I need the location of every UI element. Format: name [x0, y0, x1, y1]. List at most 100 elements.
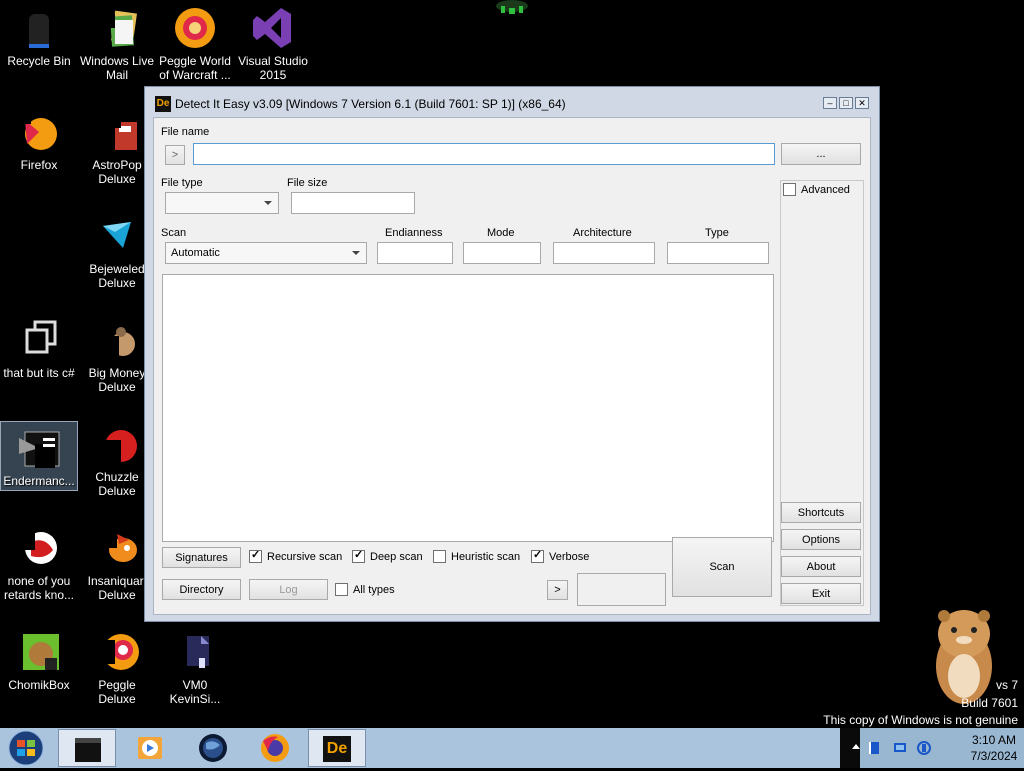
browse-button[interactable]: ...	[781, 143, 861, 165]
die-app-icon: De	[155, 96, 171, 112]
close-icon[interactable]: ✕	[855, 97, 869, 109]
minimize-icon[interactable]: ‒	[823, 97, 837, 109]
log-button[interactable]: Log	[249, 579, 328, 600]
watermark-not-genuine: This copy of Windows is not genuine	[823, 713, 1018, 727]
mail-icon	[95, 6, 139, 50]
flag-icon[interactable]	[866, 740, 882, 756]
scan-mode-dropdown[interactable]: Automatic	[165, 242, 367, 264]
recycle-bin-icon	[17, 6, 61, 50]
network-icon[interactable]	[892, 740, 908, 756]
black-box-icon	[75, 738, 101, 762]
volume-icon[interactable]	[916, 740, 932, 756]
endianness-label: Endianness	[385, 227, 443, 239]
deep-scan-label: Deep scan	[370, 550, 423, 563]
advanced-label: Advanced	[801, 183, 850, 196]
scan-label: Scan	[161, 227, 187, 239]
recursive-scan-checkbox-box[interactable]	[249, 548, 262, 563]
folder-copy-icon	[17, 318, 61, 362]
deep-scan-checkbox-box[interactable]	[352, 548, 365, 563]
taskbar: De 3:10 AM 7/3/2024	[0, 728, 1024, 768]
system-tray: 3:10 AM 7/3/2024	[840, 728, 1024, 768]
open-file-arrow-button[interactable]: >	[165, 145, 185, 165]
scan-results-area[interactable]	[162, 274, 774, 542]
heuristic-scan-checkbox-box[interactable]	[433, 550, 446, 563]
media-player-icon	[138, 737, 162, 759]
windows-logo-icon	[8, 730, 44, 766]
desktop-icon-peggle-wow[interactable]: Peggle World of Warcraft ...	[156, 0, 234, 82]
exit-button[interactable]: Exit	[781, 583, 861, 604]
architecture-field	[553, 242, 655, 264]
heuristic-scan-label: Heuristic scan	[451, 550, 521, 563]
endermanch-icon	[17, 426, 61, 470]
desktop-icon-peggle-deluxe[interactable]: Peggle Deluxe	[78, 624, 156, 706]
watermark-os-name: vs 7	[995, 678, 1018, 692]
taskbar-app-globe[interactable]	[184, 729, 242, 767]
about-button[interactable]: About	[781, 556, 861, 577]
taskbar-clock[interactable]: 3:10 AM 7/3/2024	[968, 732, 1020, 764]
globe-icon	[199, 734, 227, 762]
taskbar-app-firefox[interactable]	[246, 729, 304, 767]
chevron-down-icon	[264, 201, 272, 205]
progress-box	[577, 573, 666, 606]
desktop-icon-none-of-you[interactable]: none of you retards kno...	[0, 520, 78, 602]
signatures-button[interactable]: Signatures	[162, 547, 241, 568]
architecture-label: Architecture	[573, 227, 632, 239]
mode-field	[463, 242, 541, 264]
type-field	[667, 242, 769, 264]
peggle-wow-icon	[173, 6, 217, 50]
scan-mode-value: Automatic	[171, 247, 220, 259]
advanced-checkbox-box[interactable]	[783, 183, 796, 196]
desktop-icon-that-but-its-csharp[interactable]: that but its c#	[0, 312, 78, 380]
taskbar-app-detect-it-easy[interactable]: De	[308, 729, 366, 767]
vm-icon	[173, 630, 217, 674]
window-title: Detect It Easy v3.09 [Windows 7 Version …	[175, 97, 566, 111]
options-button[interactable]: Options	[781, 529, 861, 550]
all-types-checkbox[interactable]: All types	[335, 583, 395, 596]
window-client-area: File name > ... File type File size Scan…	[153, 117, 871, 615]
verbose-checkbox-box[interactable]	[531, 548, 544, 563]
firefox-icon	[17, 110, 61, 154]
peggle-deluxe-icon	[95, 630, 139, 674]
next-arrow-button[interactable]: >	[547, 580, 568, 600]
file-type-dropdown[interactable]	[165, 192, 279, 214]
directory-button[interactable]: Directory	[162, 579, 241, 600]
window-titlebar[interactable]: De Detect It Easy v3.09 [Windows 7 Versi…	[145, 87, 879, 117]
desktop-icon-recycle-bin[interactable]: Recycle Bin	[0, 0, 78, 68]
bird-shortcut-icon	[17, 526, 61, 570]
hamster-desktop-pet[interactable]	[918, 604, 1010, 708]
astropop-icon	[95, 110, 139, 154]
insaniquarium-icon	[95, 526, 139, 570]
recursive-scan-label: Recursive scan	[267, 550, 343, 563]
desktop-icon-visual-studio[interactable]: Visual Studio 2015	[234, 0, 312, 82]
visual-studio-icon	[251, 6, 295, 50]
file-size-field	[291, 192, 415, 214]
deep-scan-checkbox[interactable]: Deep scan	[352, 548, 423, 563]
desktop-icon-vm0[interactable]: VM0 KevinSi...	[156, 624, 234, 706]
mode-label: Mode	[487, 227, 515, 239]
shortcuts-button[interactable]: Shortcuts	[781, 502, 861, 523]
big-money-icon	[95, 318, 139, 362]
desktop-icon-firefox[interactable]: Firefox	[0, 104, 78, 172]
clock-date: 7/3/2024	[970, 749, 1018, 763]
chuzzle-icon	[95, 422, 139, 466]
taskbar-app-media-player[interactable]	[120, 729, 178, 767]
heuristic-scan-checkbox[interactable]: Heuristic scan	[433, 550, 520, 563]
file-type-label: File type	[161, 177, 203, 189]
desktop-icon-windows-live-mail[interactable]: Windows Live Mail	[78, 0, 156, 82]
all-types-checkbox-box[interactable]	[335, 583, 348, 596]
verbose-checkbox[interactable]: Verbose	[531, 548, 589, 563]
scan-button[interactable]: Scan	[672, 537, 772, 597]
recursive-scan-checkbox[interactable]: Recursive scan	[249, 548, 343, 563]
start-button[interactable]	[4, 729, 48, 767]
maximize-icon[interactable]: □	[839, 97, 853, 109]
endianness-field	[377, 242, 453, 264]
file-name-input[interactable]	[193, 143, 775, 165]
show-hidden-icons-icon[interactable]	[852, 744, 860, 749]
desktop-icon-endermanch[interactable]: Endermanc...	[0, 421, 78, 491]
taskbar-app-terminal[interactable]	[58, 729, 116, 767]
desktop-icon-chomikbox[interactable]: ChomikBox	[0, 624, 78, 692]
firefox-icon	[261, 734, 289, 762]
all-types-label: All types	[353, 583, 395, 596]
advanced-checkbox[interactable]: Advanced	[783, 183, 850, 196]
desktop-wallpaper-glow	[496, 0, 528, 14]
